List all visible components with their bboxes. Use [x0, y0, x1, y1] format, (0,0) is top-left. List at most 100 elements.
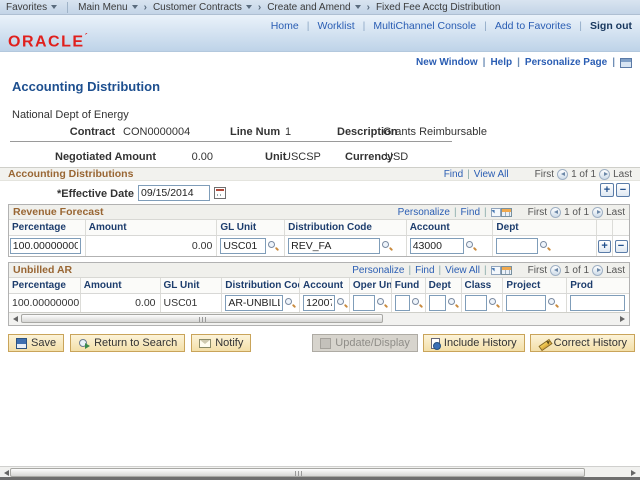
include-history-label: Include History	[444, 337, 517, 349]
download-grid-icon[interactable]	[501, 266, 512, 275]
multichannel-console-link[interactable]: MultiChannel Console	[373, 20, 494, 32]
delete-row-button[interactable]: −	[616, 183, 630, 197]
lookup-icon[interactable]	[466, 241, 477, 252]
download-grid-icon[interactable]	[501, 208, 512, 217]
column-header: Dept	[426, 278, 462, 293]
pager-first-icon[interactable]	[550, 207, 561, 218]
scroll-left-icon[interactable]	[4, 470, 9, 476]
notify-button[interactable]: Notify	[191, 334, 251, 352]
pager-first-icon[interactable]	[557, 169, 568, 180]
percentage-value: 100.00000000	[12, 297, 79, 309]
distribution-code-input[interactable]	[288, 238, 380, 254]
header-links: Home Worklist MultiChannel Console Add t…	[271, 20, 632, 32]
pager-last-icon[interactable]	[592, 265, 603, 276]
customer-name: National Dept of Energy	[12, 109, 129, 121]
negotiated-amount-label: Negotiated Amount	[55, 151, 155, 163]
product-input[interactable]	[570, 295, 625, 311]
account-input[interactable]	[303, 295, 335, 311]
percentage-input[interactable]	[10, 238, 81, 254]
delete-row-button[interactable]: −	[615, 240, 628, 253]
pager-first-label: First	[535, 169, 554, 180]
scrollbar-grip	[199, 317, 206, 322]
contract-label: Contract	[55, 126, 115, 138]
column-header: Oper Unit	[350, 278, 392, 293]
lookup-icon[interactable]	[285, 298, 296, 309]
header-band: ORACLE Home Worklist MultiChannel Consol…	[0, 15, 640, 52]
add-row-button[interactable]: +	[598, 240, 611, 253]
worklist-link[interactable]: Worklist	[317, 20, 373, 32]
add-row-button[interactable]: +	[600, 183, 614, 197]
notify-icon	[199, 339, 211, 348]
scroll-left-icon[interactable]	[13, 316, 18, 322]
scrollbar-thumb[interactable]	[21, 314, 383, 323]
breadcrumb-label: Fixed Fee Acctg Distribution	[376, 2, 501, 13]
lookup-icon[interactable]	[489, 298, 500, 309]
toolbar-left: Save Return to Search Notify	[8, 334, 251, 352]
personalize-layout-icon[interactable]	[620, 58, 632, 68]
unbilled-ar-column-headers: Percentage Amount GL Unit Distribution C…	[9, 278, 629, 294]
lookup-icon[interactable]	[377, 298, 388, 309]
pager-first-icon[interactable]	[550, 265, 561, 276]
breadcrumb-create-and-amend[interactable]: Create and Amend	[252, 2, 361, 13]
help-link[interactable]: Help	[490, 57, 524, 68]
home-link[interactable]: Home	[271, 20, 318, 32]
scroll-right-icon[interactable]	[631, 470, 636, 476]
unbilled-ar-row: 100.00000000 0.00 USC01	[9, 294, 629, 312]
column-header: Amount	[81, 278, 161, 293]
oper-unit-input[interactable]	[353, 295, 375, 311]
breadcrumb-customer-contracts[interactable]: Customer Contracts	[138, 2, 252, 13]
effective-date-input[interactable]	[138, 185, 210, 201]
return-to-search-button[interactable]: Return to Search	[70, 334, 185, 352]
scroll-right-icon[interactable]	[620, 316, 625, 322]
lookup-icon[interactable]	[448, 298, 459, 309]
lookup-icon[interactable]	[540, 241, 551, 252]
main-menu-label: Main Menu	[78, 2, 127, 13]
column-header: GL Unit	[217, 220, 285, 235]
sign-out-link[interactable]: Sign out	[590, 20, 632, 32]
class-input[interactable]	[465, 295, 487, 311]
find-link[interactable]: Find	[461, 207, 491, 218]
personalize-page-link[interactable]: Personalize Page	[525, 57, 620, 68]
lookup-icon[interactable]	[382, 241, 393, 252]
column-header-empty	[613, 220, 629, 235]
calendar-icon[interactable]	[214, 187, 226, 199]
column-header: Class	[462, 278, 504, 293]
breadcrumb-label: Customer Contracts	[153, 2, 242, 13]
lookup-icon[interactable]	[412, 298, 423, 309]
lookup-icon[interactable]	[268, 241, 279, 252]
column-header: Amount	[86, 220, 218, 235]
grid-horizontal-scrollbar[interactable]	[9, 312, 629, 325]
find-link[interactable]: Find	[444, 169, 463, 180]
scrollbar-thumb[interactable]	[10, 468, 585, 477]
add-to-favorites-link[interactable]: Add to Favorites	[495, 20, 590, 32]
correct-history-label: Correct History	[554, 337, 627, 349]
new-window-link[interactable]: New Window	[416, 57, 490, 68]
project-input[interactable]	[506, 295, 546, 311]
account-input[interactable]	[410, 238, 464, 254]
favorites-menu[interactable]: Favorites	[6, 2, 57, 13]
save-button[interactable]: Save	[8, 334, 64, 352]
view-all-link[interactable]: View All	[445, 265, 490, 276]
zoom-grid-icon[interactable]	[491, 208, 501, 217]
pager-last-icon[interactable]	[592, 207, 603, 218]
favorites-label: Favorites	[6, 2, 47, 13]
update-display-label: Update/Display	[335, 337, 410, 349]
view-all-link[interactable]: View All	[474, 169, 509, 180]
gl-unit-input[interactable]	[220, 238, 266, 254]
find-link[interactable]: Find	[415, 265, 445, 276]
pager-last-icon[interactable]	[599, 169, 610, 180]
zoom-grid-icon[interactable]	[491, 266, 501, 275]
dept-input[interactable]	[496, 238, 538, 254]
fund-input[interactable]	[395, 295, 410, 311]
correct-history-button[interactable]: Correct History	[530, 334, 635, 352]
include-history-button[interactable]: Include History	[423, 334, 525, 352]
distribution-code-input[interactable]	[225, 295, 283, 311]
revenue-forecast-links: PersonalizeFind	[398, 207, 512, 218]
main-menu[interactable]: Main Menu	[78, 2, 137, 13]
personalize-link[interactable]: Personalize	[352, 265, 415, 276]
lookup-icon[interactable]	[337, 298, 348, 309]
lookup-icon[interactable]	[548, 298, 559, 309]
accounting-distributions-header: Accounting Distributions Find|View All F…	[0, 167, 640, 181]
personalize-link[interactable]: Personalize	[398, 207, 461, 218]
dept-input[interactable]	[429, 295, 446, 311]
